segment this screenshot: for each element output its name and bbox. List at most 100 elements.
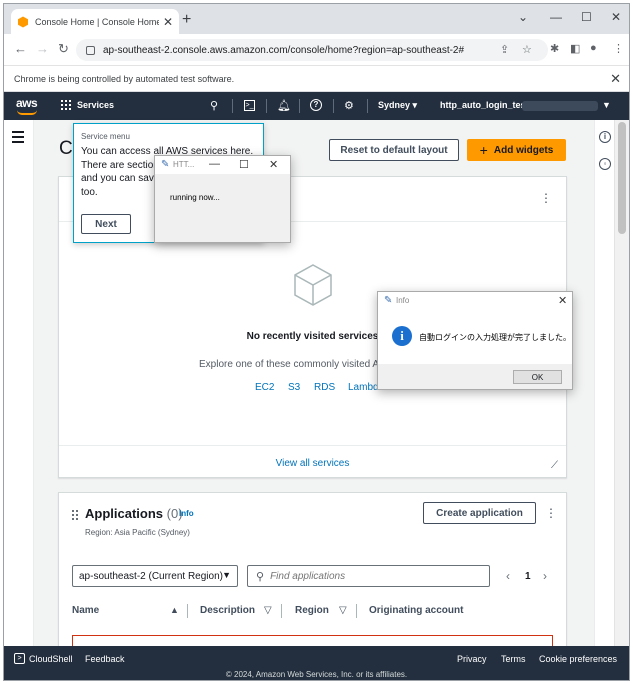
region-filter-select[interactable]: ap-southeast-2 (Current Region) ▼ xyxy=(72,565,238,587)
widget-actions-icon[interactable]: ⋮ xyxy=(540,191,552,205)
applications-title: Applications (0) xyxy=(85,506,183,521)
add-widgets-button[interactable]: + Add widgets xyxy=(467,139,566,161)
region-selector[interactable]: Sydney ▾ xyxy=(378,100,417,111)
info-dialog-title: Info xyxy=(396,296,410,305)
forward-icon[interactable]: → xyxy=(36,41,49,56)
find-applications-input[interactable] xyxy=(270,570,471,582)
cloudshell-icon[interactable]: >_ xyxy=(244,100,255,111)
info-panel-icon[interactable]: i xyxy=(599,131,611,143)
privacy-link[interactable]: Privacy xyxy=(457,654,487,664)
app-feather-icon: ✎ xyxy=(384,295,393,306)
chrome-menu-icon[interactable]: ⋮ xyxy=(613,42,624,55)
account-caret-icon[interactable]: ▼ xyxy=(602,100,611,110)
share-icon[interactable]: ⇪ xyxy=(500,43,509,56)
view-all-services-link[interactable]: View all services xyxy=(59,458,566,469)
close-icon[interactable]: ✕ xyxy=(558,294,567,307)
running-dialog: ✎ HTT... — ☐ ✕ running now... xyxy=(154,155,291,243)
info-dialog-titlebar[interactable]: ✎ Info ✕ xyxy=(378,292,572,310)
feedback-link[interactable]: Feedback xyxy=(85,654,125,664)
tutorial-panel-icon[interactable]: ◦ xyxy=(599,158,611,170)
bookmark-star-icon[interactable]: ☆ xyxy=(522,43,532,56)
nav-divider xyxy=(266,99,267,113)
sort-ascending-icon[interactable]: ▲ xyxy=(170,605,179,615)
services-menu-button[interactable]: Services xyxy=(61,100,114,110)
extensions-icon[interactable]: ✱ xyxy=(550,42,559,55)
side-panel-icon[interactable]: ◧ xyxy=(570,42,580,55)
scrollbar-thumb[interactable] xyxy=(618,122,626,234)
nav-divider xyxy=(333,99,334,113)
empty-state-subtitle: Explore one of these commonly visited AW xyxy=(199,359,389,370)
applications-widget: Applications (0) Info Region: Asia Pacif… xyxy=(58,492,567,646)
copyright-text: © 2024, Amazon Web Services, Inc. or its… xyxy=(225,670,408,679)
hamburger-menu-icon[interactable] xyxy=(12,131,24,146)
find-applications-search[interactable]: ⚲ xyxy=(247,565,490,587)
plus-icon: + xyxy=(479,142,488,158)
new-tab-icon[interactable]: + xyxy=(182,11,191,29)
help-icon[interactable]: ? xyxy=(310,99,322,111)
infobar-close-icon[interactable]: ✕ xyxy=(610,71,621,87)
maximize-icon[interactable]: ☐ xyxy=(581,10,592,24)
settings-gear-icon[interactable]: ⚙ xyxy=(344,99,354,112)
prev-page-icon[interactable]: ‹ xyxy=(506,569,510,583)
sort-icon[interactable]: ▽ xyxy=(339,605,347,616)
minimize-icon[interactable]: — xyxy=(209,158,220,170)
close-icon[interactable]: ✕ xyxy=(269,158,278,171)
reload-icon[interactable]: ↻ xyxy=(58,41,69,57)
column-header-description[interactable]: Description xyxy=(200,605,255,616)
close-window-icon[interactable]: ✕ xyxy=(611,10,621,24)
account-menu[interactable]: http_auto_login_test xyxy=(440,100,529,110)
column-header-name[interactable]: Name xyxy=(72,605,99,616)
minimize-icon[interactable]: — xyxy=(550,10,562,24)
service-link-s3[interactable]: S3 xyxy=(288,382,300,393)
cloudshell-button[interactable]: > CloudShell xyxy=(14,653,73,664)
address-bar[interactable]: ap-southeast-2.console.aws.amazon.com/co… xyxy=(76,39,548,61)
column-header-originating-account[interactable]: Originating account xyxy=(369,605,463,616)
search-icon: ⚲ xyxy=(256,570,265,583)
service-link-ec2[interactable]: EC2 xyxy=(255,382,274,393)
tab-close-icon[interactable]: ✕ xyxy=(163,15,173,29)
running-dialog-titlebar[interactable]: ✎ HTT... — ☐ ✕ xyxy=(155,156,290,174)
resize-handle-icon[interactable]: ⟋ xyxy=(551,460,558,471)
url-text: ap-southeast-2.console.aws.amazon.com/co… xyxy=(103,44,465,56)
aws-logo[interactable]: aws xyxy=(16,96,38,110)
page-number[interactable]: 1 xyxy=(525,571,531,582)
tab-title: Console Home | Console Home xyxy=(35,16,159,27)
profile-avatar-icon[interactable]: ● xyxy=(590,42,597,54)
next-page-icon[interactable]: › xyxy=(543,569,547,583)
nav-divider xyxy=(299,99,300,113)
terms-link[interactable]: Terms xyxy=(501,654,526,664)
info-dialog: ✎ Info ✕ i 自動ログインの入力処理が完了しました。 OK xyxy=(377,291,573,390)
sort-icon[interactable]: ▽ xyxy=(264,605,272,616)
cookie-preferences-link[interactable]: Cookie preferences xyxy=(539,654,617,664)
services-grid-icon xyxy=(61,100,71,110)
drag-handle-icon[interactable] xyxy=(72,510,78,520)
notifications-bell-icon[interactable]: 🔔︎ xyxy=(277,99,291,112)
lock-icon xyxy=(86,45,95,55)
cube-icon xyxy=(294,264,332,306)
aws-favicon-icon xyxy=(18,16,28,27)
applications-title-text: Applications xyxy=(85,506,164,521)
reset-layout-button[interactable]: Reset to default layout xyxy=(329,139,459,161)
running-message: running now... xyxy=(170,193,220,202)
browser-tab[interactable]: Console Home | Console Home ✕ xyxy=(11,9,179,34)
applications-info-link[interactable]: Info xyxy=(179,509,194,518)
create-application-button[interactable]: Create application xyxy=(423,502,536,524)
tab-search-icon[interactable]: ⌄ xyxy=(518,10,528,24)
service-link-rds[interactable]: RDS xyxy=(314,382,335,393)
nav-divider xyxy=(232,99,233,113)
right-rail: i ◦ xyxy=(594,120,614,646)
maximize-icon[interactable]: ☐ xyxy=(239,158,249,171)
cloudshell-label: CloudShell xyxy=(29,653,73,664)
page-scrollbar[interactable] xyxy=(614,120,629,646)
ok-button[interactable]: OK xyxy=(513,370,562,384)
information-icon: i xyxy=(392,326,412,346)
column-divider xyxy=(281,604,282,618)
browser-toolbar: ← → ↻ ap-southeast-2.console.aws.amazon.… xyxy=(4,34,629,66)
popover-next-button[interactable]: Next xyxy=(81,214,131,234)
column-header-region[interactable]: Region xyxy=(295,605,329,616)
search-icon[interactable]: ⚲ xyxy=(210,99,218,112)
aws-top-nav: aws Services ⚲ >_ 🔔︎ ? ⚙ Sydney ▾ http_a… xyxy=(4,92,629,120)
account-id-redacted xyxy=(522,101,598,111)
back-icon[interactable]: ← xyxy=(14,41,27,56)
widget-actions-icon[interactable]: ⋮ xyxy=(545,506,557,520)
